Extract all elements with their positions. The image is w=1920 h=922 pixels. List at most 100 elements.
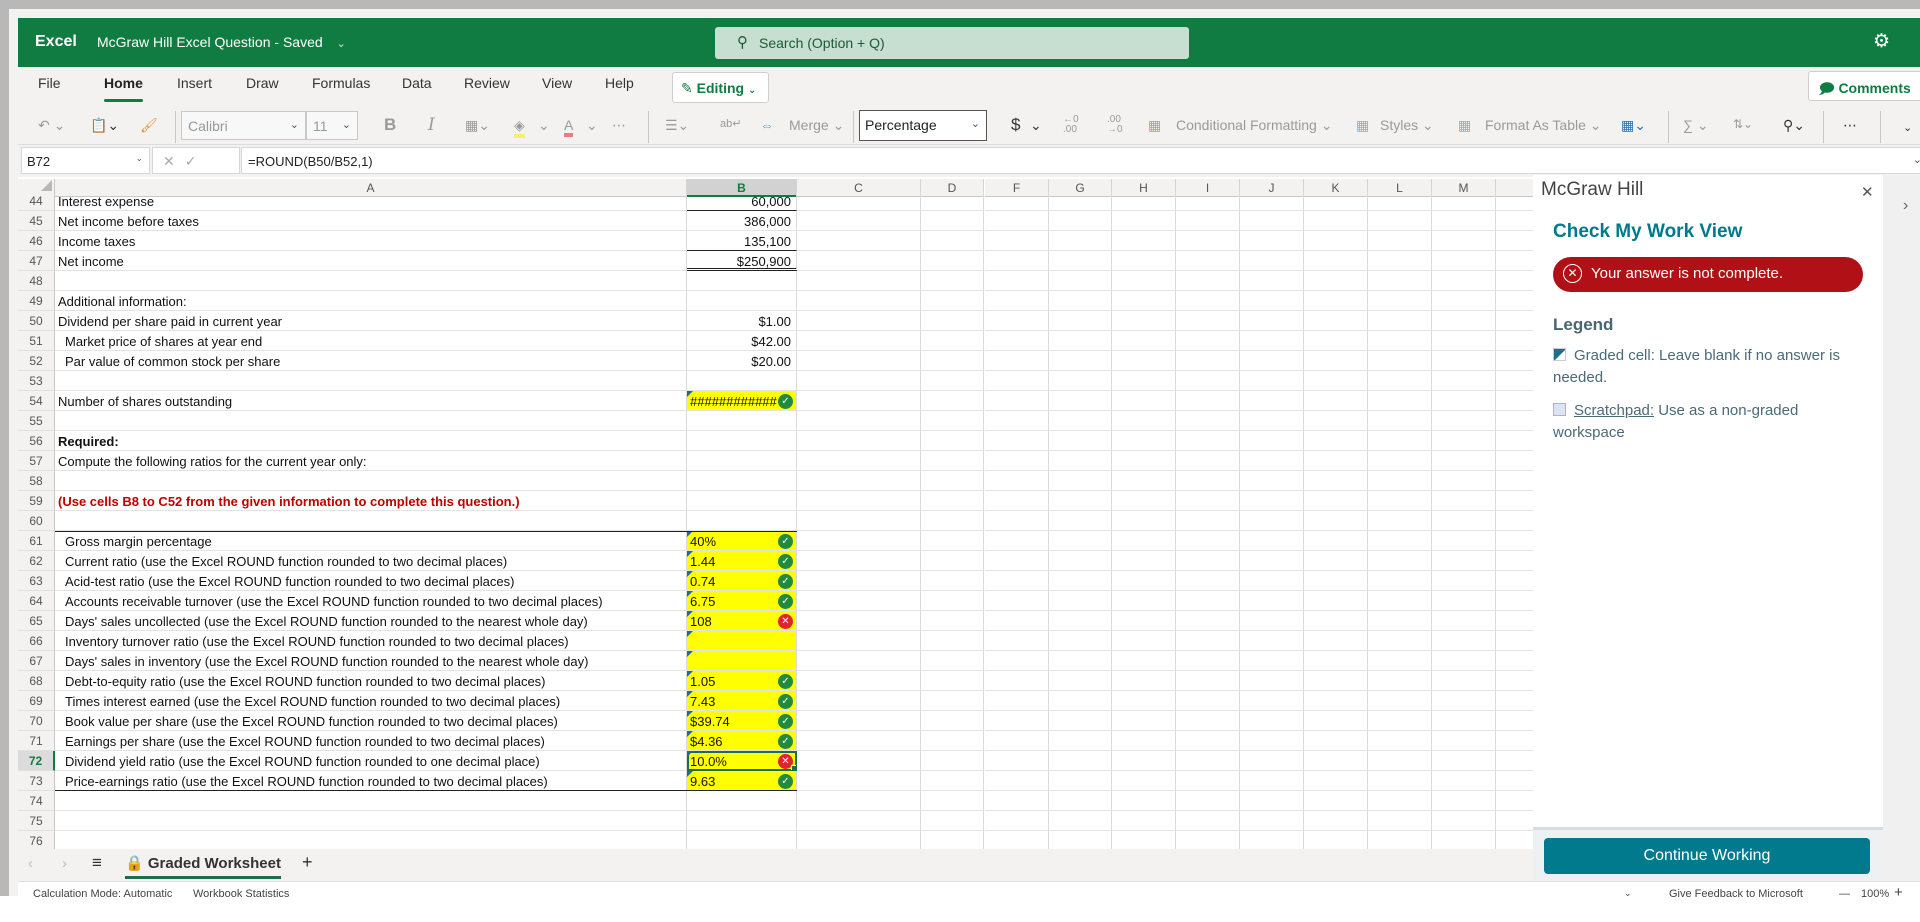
- cell-k66[interactable]: [1304, 631, 1368, 651]
- cell-m62[interactable]: [1432, 551, 1496, 571]
- fill-color-icon[interactable]: ◈: [514, 117, 525, 138]
- cell-k49[interactable]: [1304, 291, 1368, 311]
- cell-c75[interactable]: [797, 811, 921, 831]
- cell-a76[interactable]: [55, 831, 687, 849]
- cell-m76[interactable]: [1432, 831, 1496, 849]
- cell-n73[interactable]: [1496, 771, 1533, 791]
- cell-k48[interactable]: [1304, 271, 1368, 291]
- cell-g70[interactable]: [1049, 711, 1112, 731]
- cell-g61[interactable]: [1049, 531, 1112, 551]
- cell-k46[interactable]: [1304, 231, 1368, 251]
- cell-d73[interactable]: [921, 771, 984, 791]
- cell-n49[interactable]: [1496, 291, 1533, 311]
- cell-c48[interactable]: [797, 271, 921, 291]
- name-box[interactable]: B72 ⌄: [21, 147, 150, 174]
- cell-n48[interactable]: [1496, 271, 1533, 291]
- cell-b48[interactable]: [687, 271, 797, 291]
- cell-n58[interactable]: [1496, 471, 1533, 491]
- cell-g64[interactable]: [1049, 591, 1112, 611]
- cell-f54[interactable]: [985, 391, 1049, 411]
- cell-j76[interactable]: [1240, 831, 1304, 849]
- cell-f61[interactable]: [985, 531, 1049, 551]
- cell-n63[interactable]: [1496, 571, 1533, 591]
- cell-n68[interactable]: [1496, 671, 1533, 691]
- cell-g76[interactable]: [1049, 831, 1112, 849]
- cell-g48[interactable]: [1049, 271, 1112, 291]
- cell-b44[interactable]: 60,000: [687, 191, 797, 211]
- cell-b66[interactable]: [687, 631, 797, 651]
- cell-c52[interactable]: [797, 351, 921, 371]
- cell-a74[interactable]: [55, 791, 687, 811]
- cell-d66[interactable]: [921, 631, 984, 651]
- cell-b73[interactable]: 9.63 ✓: [687, 771, 797, 791]
- cell-m72[interactable]: [1432, 751, 1496, 771]
- align-icon[interactable]: ☰⌄: [665, 117, 689, 134]
- cell-k69[interactable]: [1304, 691, 1368, 711]
- row-header[interactable]: 54: [18, 391, 55, 411]
- sort-filter-icon[interactable]: ⇅⌄: [1733, 117, 1753, 131]
- cell-l49[interactable]: [1368, 291, 1432, 311]
- cell-m51[interactable]: [1432, 331, 1496, 351]
- cell-m45[interactable]: [1432, 211, 1496, 231]
- cell-b65[interactable]: 108 ✕: [687, 611, 797, 631]
- cell-d45[interactable]: [921, 211, 984, 231]
- cell-h75[interactable]: [1112, 811, 1176, 831]
- cell-l51[interactable]: [1368, 331, 1432, 351]
- increase-decimal-icon[interactable]: ←0.00: [1063, 115, 1079, 135]
- cell-l58[interactable]: [1368, 471, 1432, 491]
- cell-m61[interactable]: [1432, 531, 1496, 551]
- cell-c49[interactable]: [797, 291, 921, 311]
- row-header[interactable]: 64: [18, 591, 55, 611]
- cell-g49[interactable]: [1049, 291, 1112, 311]
- cell-c56[interactable]: [797, 431, 921, 451]
- cell-j54[interactable]: [1240, 391, 1304, 411]
- cell-l74[interactable]: [1368, 791, 1432, 811]
- cell-f53[interactable]: [985, 371, 1049, 391]
- cell-f75[interactable]: [985, 811, 1049, 831]
- styles-button[interactable]: Styles ⌄: [1380, 117, 1434, 134]
- workbook-statistics[interactable]: Workbook Statistics: [193, 888, 289, 900]
- chevron-left-icon[interactable]: ‹: [28, 855, 33, 872]
- cell-j62[interactable]: [1240, 551, 1304, 571]
- cell-g67[interactable]: [1049, 651, 1112, 671]
- cell-d67[interactable]: [921, 651, 984, 671]
- cell-n44[interactable]: [1496, 191, 1533, 211]
- cell-f55[interactable]: [985, 411, 1049, 431]
- cell-j72[interactable]: [1240, 751, 1304, 771]
- cell-l72[interactable]: [1368, 751, 1432, 771]
- cell-j52[interactable]: [1240, 351, 1304, 371]
- cell-g72[interactable]: [1049, 751, 1112, 771]
- cell-h57[interactable]: [1112, 451, 1176, 471]
- cell-m68[interactable]: [1432, 671, 1496, 691]
- cell-m52[interactable]: [1432, 351, 1496, 371]
- tab-view[interactable]: View: [542, 75, 572, 91]
- cell-c57[interactable]: [797, 451, 921, 471]
- cell-l65[interactable]: [1368, 611, 1432, 631]
- cell-g73[interactable]: [1049, 771, 1112, 791]
- cell-h63[interactable]: [1112, 571, 1176, 591]
- italic-icon[interactable]: I: [428, 115, 435, 135]
- row-header[interactable]: 45: [18, 211, 55, 231]
- cell-i65[interactable]: [1176, 611, 1240, 631]
- cell-c59[interactable]: [797, 491, 921, 511]
- cell-m44[interactable]: [1432, 191, 1496, 211]
- cell-n62[interactable]: [1496, 551, 1533, 571]
- row-header[interactable]: 69: [18, 691, 55, 711]
- cell-i72[interactable]: [1176, 751, 1240, 771]
- cell-f60[interactable]: [985, 511, 1049, 531]
- row-header[interactable]: 74: [18, 791, 55, 811]
- cell-i74[interactable]: [1176, 791, 1240, 811]
- cell-i46[interactable]: [1176, 231, 1240, 251]
- cell-a71[interactable]: Earnings per share (use the Excel ROUND …: [55, 731, 687, 751]
- row-header[interactable]: 53: [18, 371, 55, 391]
- cell-l47[interactable]: [1368, 251, 1432, 271]
- cell-b63[interactable]: 0.74 ✓: [687, 571, 797, 591]
- cell-b76[interactable]: [687, 831, 797, 849]
- cell-l69[interactable]: [1368, 691, 1432, 711]
- cell-f45[interactable]: [985, 211, 1049, 231]
- cell-c62[interactable]: [797, 551, 921, 571]
- cell-j60[interactable]: [1240, 511, 1304, 531]
- cell-n59[interactable]: [1496, 491, 1533, 511]
- cell-f63[interactable]: [985, 571, 1049, 591]
- cell-c67[interactable]: [797, 651, 921, 671]
